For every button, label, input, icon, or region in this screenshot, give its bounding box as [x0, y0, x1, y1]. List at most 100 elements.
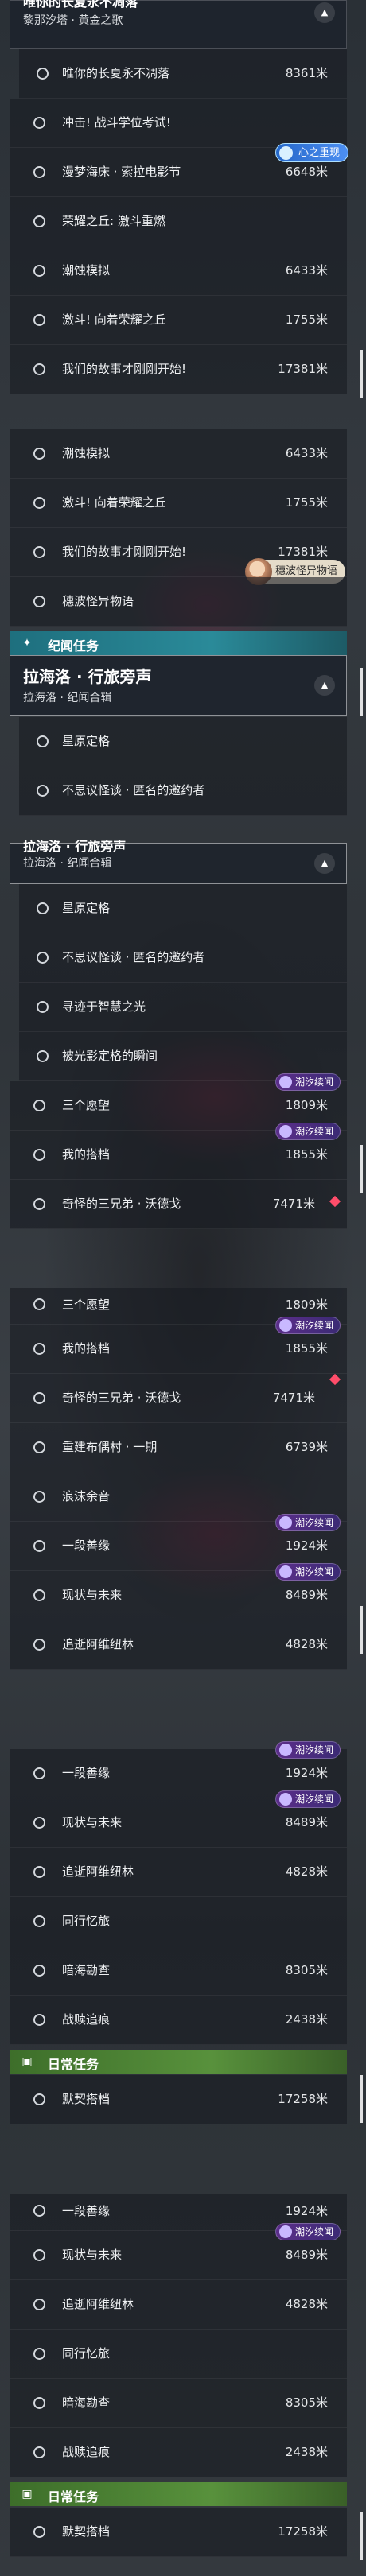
status-ring-icon: [37, 785, 49, 797]
quest-row[interactable]: 奇怪的三兄弟 · 沃德戈 7471米: [10, 1373, 347, 1423]
quest-label: 我的搭档: [62, 1341, 111, 1356]
quest-row[interactable]: 我们的故事才刚刚开始! 17381米 穗波怪异物语: [10, 528, 347, 585]
status-ring-icon: [33, 546, 45, 558]
status-ring-icon: [33, 2299, 45, 2310]
scrollbar[interactable]: [360, 1145, 363, 1193]
quest-row[interactable]: 星原定格: [19, 884, 347, 933]
quest-distance: 6433米: [285, 263, 328, 277]
quest-row[interactable]: 我的搭档 1855米 潮汐续闻: [10, 1123, 347, 1180]
collapse-button[interactable]: ▲: [314, 2, 335, 23]
status-ring-icon: [33, 1149, 45, 1161]
scrollbar[interactable]: [360, 2512, 363, 2560]
status-ring-icon: [33, 1441, 45, 1453]
quest-row[interactable]: 暗海勘查 8305米: [10, 1946, 347, 1996]
quest-label: 唯你的长夏永不凋落: [62, 66, 170, 80]
quest-group-card[interactable]: 拉海洛 · 行旅旁声 拉海洛 · 纪闻合辑 ▲: [10, 839, 347, 884]
quest-row[interactable]: 默契搭档 17258米: [10, 2508, 347, 2557]
quest-row[interactable]: 激斗! 向着荣耀之丘 1755米: [10, 479, 347, 528]
quest-distance: 6648米: [285, 165, 328, 179]
status-ring-icon: [33, 1915, 45, 1927]
category-header-jiwen[interactable]: ✦ 纪闻任务: [10, 631, 347, 655]
quest-label: 暗海勘查: [62, 1963, 111, 1977]
quest-distance: 7471米: [272, 1391, 315, 1405]
quest-row[interactable]: 荣耀之丘: 激斗重燃: [10, 197, 347, 246]
category-header-daily[interactable]: ▣ 日常任务: [10, 2050, 347, 2074]
quest-row[interactable]: 暗海勘查 8305米: [10, 2379, 347, 2428]
quest-row[interactable]: 冲击! 战斗学位考试!: [10, 99, 347, 148]
quest-list-segment-2: 潮蚀模拟 6433米 激斗! 向着荣耀之丘 1755米 我们的故事才刚刚开始! …: [0, 429, 366, 843]
status-ring-icon: [33, 596, 45, 607]
tide-icon: [278, 2225, 292, 2238]
quest-distance: 6433米: [285, 446, 328, 460]
quest-label: 一段善缘: [62, 1766, 111, 1780]
quest-distance: 1855米: [285, 1341, 328, 1356]
quest-row[interactable]: 我们的故事才刚刚开始! 17381米: [10, 345, 347, 394]
badge-label: 潮汐续闻: [294, 1566, 333, 1577]
quest-group-card[interactable]: 唯你的长夏永不凋落 黎那汐塔 · 黄金之歌 ▲: [10, 0, 347, 49]
quest-row[interactable]: 奇怪的三兄弟 · 沃德戈 7471米: [10, 1180, 347, 1229]
status-ring-icon: [33, 2348, 45, 2360]
status-ring-icon: [33, 1491, 45, 1503]
quest-row[interactable]: 潮蚀模拟 6433米: [10, 246, 347, 296]
quest-row[interactable]: 我的搭档 1855米 潮汐续闻: [10, 1317, 347, 1374]
quest-label: 同行忆旅: [62, 2346, 111, 2361]
quest-label: 默契搭档: [62, 2524, 111, 2539]
quest-distance: 8489米: [285, 1588, 328, 1602]
quest-row[interactable]: 战赎追痕 2438米: [10, 1996, 347, 2045]
quest-row[interactable]: 激斗! 向着荣耀之丘 1755米: [10, 296, 347, 345]
quest-label: 追逝阿维纽林: [62, 1637, 134, 1651]
collapse-button[interactable]: ▲: [314, 853, 335, 874]
status-ring-icon: [37, 68, 49, 80]
quest-row[interactable]: 星原定格: [19, 717, 347, 766]
quest-distance: 2438米: [285, 2445, 328, 2459]
tide-sequel-badge: 潮汐续闻: [274, 1073, 341, 1091]
quest-row[interactable]: 现状与未来 8489米 潮汐续闻: [10, 1790, 347, 1848]
quest-row[interactable]: 追逝阿维纽林 4828米: [10, 1848, 347, 1897]
status-ring-icon: [33, 1589, 45, 1601]
scrollbar[interactable]: [360, 1606, 363, 1654]
quest-group-card[interactable]: 拉海洛 · 行旅旁声 拉海洛 · 纪闻合辑 ▲: [10, 655, 347, 716]
quest-row[interactable]: 潮蚀模拟 6433米: [10, 429, 347, 479]
quest-label: 寻迹于智慧之光: [62, 999, 146, 1014]
quest-row[interactable]: 同行忆旅: [10, 1897, 347, 1946]
quest-row[interactable]: 同行忆旅: [10, 2330, 347, 2379]
quest-row[interactable]: 穗波怪异物语: [10, 577, 347, 627]
status-ring-icon: [33, 314, 45, 326]
quest-row[interactable]: 战赎追痕 2438米: [10, 2428, 347, 2477]
quest-row[interactable]: 不思议怪谈 · 匿名的邀约者: [19, 766, 347, 816]
status-ring-icon: [33, 1198, 45, 1210]
quest-distance: 8361米: [285, 66, 328, 80]
status-ring-icon: [33, 265, 45, 277]
scrollbar[interactable]: [360, 2075, 363, 2123]
quest-row[interactable]: 重建布偶村 · 一期 6739米: [10, 1423, 347, 1472]
category-header-daily[interactable]: ▣ 日常任务: [10, 2482, 347, 2506]
quest-distance: 8305米: [285, 1963, 328, 1977]
quest-row[interactable]: 不思议怪谈 · 匿名的邀约者: [19, 933, 347, 983]
quest-label: 我们的故事才刚刚开始!: [62, 362, 187, 376]
quest-row[interactable]: 漫梦海床 · 索拉电影节 6648米 心之重现: [10, 143, 348, 197]
quest-row[interactable]: 现状与未来 8489米 潮汐续闻: [10, 1563, 347, 1620]
collapse-button[interactable]: ▲: [314, 675, 335, 696]
scrollbar[interactable]: [360, 668, 363, 716]
status-ring-icon: [37, 735, 49, 747]
quest-row[interactable]: 追逝阿维纽林 4828米: [10, 2280, 347, 2330]
quest-list-segment-6: 一段善缘 1924米 现状与未来 8489米 潮汐续闻 追逝阿维纽林 4828米…: [0, 2194, 366, 2576]
scrollbar[interactable]: [360, 350, 363, 398]
category-label: 日常任务: [48, 2057, 99, 2072]
status-ring-icon: [33, 1965, 45, 1977]
status-ring-icon: [33, 448, 45, 460]
quest-distance: 1809米: [285, 1098, 328, 1112]
quest-row[interactable]: 寻迹于智慧之光: [19, 983, 347, 1032]
status-ring-icon: [33, 2446, 45, 2458]
status-ring-icon: [33, 2093, 45, 2105]
status-ring-icon: [33, 215, 45, 227]
quest-label: 激斗! 向着荣耀之丘: [62, 312, 166, 327]
quest-row[interactable]: 唯你的长夏永不凋落 8361米: [19, 49, 347, 99]
quest-label: 战赎追痕: [62, 2445, 111, 2459]
quest-row[interactable]: 追逝阿维纽林 4828米: [10, 1620, 347, 1670]
quest-row[interactable]: 现状与未来 8489米 潮汐续闻: [10, 2223, 347, 2280]
quest-row[interactable]: 默契搭档 17258米: [10, 2075, 347, 2124]
quest-title: 拉海洛 · 行旅旁声: [23, 839, 127, 854]
book-icon: ▣: [21, 2055, 33, 2068]
status-ring-icon: [37, 902, 49, 914]
